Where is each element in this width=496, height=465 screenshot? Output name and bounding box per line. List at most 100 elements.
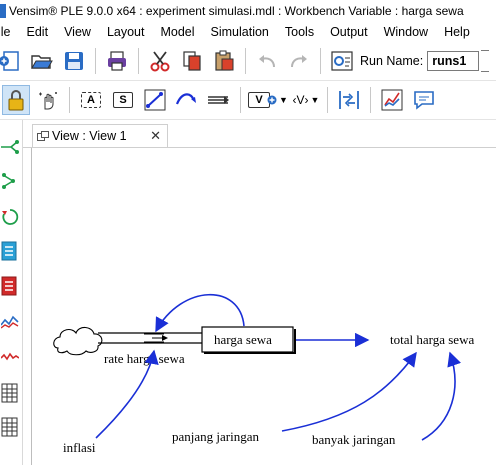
input-output-button[interactable]: ‹V› ▼ — [292, 85, 320, 115]
toolbar-separator — [69, 87, 70, 113]
variable-tool-button[interactable]: A — [77, 85, 105, 115]
merge-arrows-icon — [339, 91, 359, 109]
move-size-button[interactable] — [34, 85, 62, 115]
table-grid-icon — [1, 417, 18, 437]
runs-graph-icon — [1, 352, 19, 361]
table-time-down-tool[interactable] — [0, 416, 20, 438]
main-toolbar: Run Name: runs1 — [0, 42, 496, 81]
run-name-input[interactable]: runs1 — [427, 51, 480, 71]
loop-icon — [2, 209, 19, 225]
sketch-toolbar: A S V ▼ ‹V› ▼ — [0, 81, 496, 120]
causes-strip-tool[interactable] — [0, 275, 20, 297]
new-model-button[interactable] — [0, 46, 24, 76]
rate-flow-icon — [208, 96, 229, 104]
merge-button[interactable] — [335, 85, 363, 115]
panjang-jaringan-label[interactable]: panjang jaringan — [172, 429, 259, 444]
run-name-label: Run Name: — [360, 54, 424, 68]
graph-tool[interactable] — [0, 310, 20, 332]
valve-arrowhead — [162, 335, 168, 341]
stock-flow-diagram: harga sewa rate harga sewa total harga s… — [53, 293, 474, 455]
variable-box-icon: A — [81, 92, 101, 108]
rate-harga-sewa-label[interactable]: rate harga sewa — [104, 351, 185, 366]
causes-tree-tool[interactable] — [0, 136, 20, 158]
printer-icon — [108, 51, 126, 71]
floppy-save-icon — [65, 52, 83, 70]
menu-simulation[interactable]: Simulation — [203, 25, 277, 39]
simulation-settings-button[interactable] — [328, 46, 356, 76]
dropdown-chevron-icon: ▼ — [310, 95, 320, 105]
document-tool[interactable] — [0, 240, 20, 262]
window-title: Vensim® PLE 9.0.0 x64 : experiment simul… — [9, 4, 464, 18]
vensim-logo-icon — [0, 4, 6, 18]
arrow-link-icon — [144, 89, 166, 111]
curve-tool-button[interactable] — [173, 85, 201, 115]
total-harga-sewa-label[interactable]: total harga sewa — [390, 332, 474, 347]
add-plus-icon — [267, 95, 277, 105]
comment-icon — [414, 91, 434, 110]
stock-shadow — [294, 329, 296, 353]
menu-help[interactable]: Help — [436, 25, 478, 39]
view-window-icon — [37, 131, 49, 141]
menu-view[interactable]: View — [56, 25, 99, 39]
save-button[interactable] — [60, 46, 88, 76]
toolbar-separator — [138, 48, 139, 74]
menu-bar: ile Edit View Layout Model Simulation To… — [0, 22, 496, 42]
lock-icon — [8, 90, 24, 111]
cut-button[interactable] — [146, 46, 174, 76]
uses-tree-icon — [2, 173, 15, 189]
stock-shadow — [204, 352, 296, 354]
menu-edit[interactable]: Edit — [19, 25, 57, 39]
scissors-icon — [150, 51, 170, 72]
view-tab-strip: View : View 1 ✕ — [23, 120, 496, 148]
title-bar: Vensim® PLE 9.0.0 x64 : experiment simul… — [0, 0, 496, 22]
redo-button[interactable] — [285, 46, 313, 76]
dropdown-chevron-icon: ▼ — [279, 95, 288, 105]
lock-sketch-button[interactable] — [2, 85, 30, 115]
toolbar-separator — [369, 87, 371, 113]
inflasi-label[interactable]: inflasi — [63, 440, 96, 455]
redo-icon — [291, 55, 307, 68]
table-tool[interactable] — [0, 382, 20, 404]
menu-output[interactable]: Output — [322, 25, 376, 39]
menu-file[interactable]: ile — [0, 25, 19, 39]
print-button[interactable] — [103, 46, 131, 76]
graph-button[interactable] — [378, 85, 406, 115]
table-icon — [1, 383, 18, 403]
tab-view-1[interactable]: View : View 1 ✕ — [32, 124, 168, 147]
toolbar-separator — [320, 48, 321, 74]
undo-button[interactable] — [253, 46, 281, 76]
box-variable-button[interactable]: S — [109, 85, 137, 115]
stock-harga-sewa-label: harga sewa — [214, 332, 272, 347]
arrow-banyak-to-total — [421, 351, 462, 441]
close-tab-icon[interactable]: ✕ — [150, 128, 161, 144]
undo-icon — [259, 55, 275, 68]
tab-label: View : View 1 — [52, 129, 127, 143]
gear-settings-icon — [331, 51, 353, 71]
banyak-jaringan-label[interactable]: banyak jaringan — [312, 432, 396, 447]
uses-tree-tool[interactable] — [0, 170, 20, 192]
menu-tools[interactable]: Tools — [277, 25, 322, 39]
paste-button[interactable] — [210, 46, 238, 76]
rate-tool-button[interactable] — [205, 85, 233, 115]
zigzag-graph-icon — [1, 315, 19, 329]
menu-window[interactable]: Window — [376, 25, 436, 39]
menu-model[interactable]: Model — [152, 25, 202, 39]
toolbar-separator — [245, 48, 246, 74]
causes-tree-icon — [1, 140, 19, 154]
comment-button[interactable] — [410, 85, 438, 115]
analysis-toolbar — [0, 120, 23, 465]
arrow-panjang-to-total — [281, 351, 417, 432]
new-model-icon — [0, 51, 19, 71]
open-model-button[interactable] — [28, 46, 56, 76]
sketch-canvas[interactable]: harga sewa rate harga sewa total harga s… — [31, 148, 496, 465]
document-icon — [1, 241, 17, 261]
runs-compare-tool[interactable] — [0, 345, 20, 367]
loops-tool[interactable] — [0, 206, 20, 228]
arrow-tool-button[interactable] — [141, 85, 169, 115]
curved-arrow-icon — [175, 93, 196, 105]
menu-layout[interactable]: Layout — [99, 25, 153, 39]
shadow-variable-button[interactable]: V ▼ — [248, 85, 288, 115]
causes-strip-icon — [1, 276, 17, 296]
clipboard-paste-icon — [215, 50, 234, 71]
copy-button[interactable] — [178, 46, 206, 76]
